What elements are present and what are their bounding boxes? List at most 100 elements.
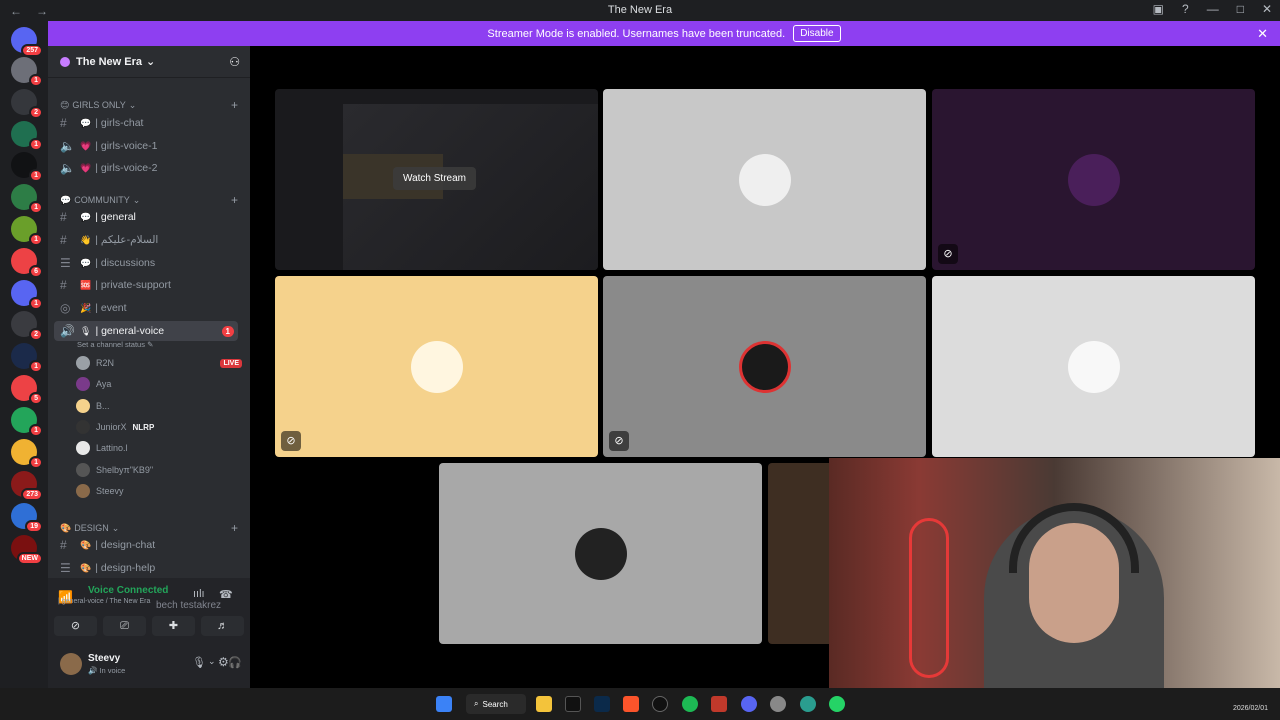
minimize-icon[interactable]: — [1207, 2, 1219, 16]
voice-user[interactable]: Lattino.l [76, 439, 242, 457]
chevron-down-icon[interactable]: ⌄ [208, 656, 216, 667]
category-design[interactable]: 🎨 DESIGN ⌄ + [60, 521, 238, 535]
whatsapp-icon[interactable] [829, 696, 845, 712]
channel-design-chat[interactable]: # 🎨 | design-chat [60, 535, 244, 555]
voice-user[interactable]: Steevy [76, 482, 242, 500]
voice-user[interactable]: Aya [76, 375, 242, 393]
unread-badge: 1 [29, 424, 43, 437]
channel-general-voice[interactable]: 🔊 🎙 | general-voice 1 [54, 321, 238, 341]
maximize-icon[interactable]: □ [1237, 2, 1244, 16]
server-icon[interactable]: 19 [11, 503, 43, 533]
username[interactable]: Steevy [88, 653, 120, 664]
voice-user[interactable]: B... [76, 397, 242, 415]
server-icon[interactable]: 1 [11, 152, 43, 182]
server-icon[interactable]: 2 [11, 89, 43, 119]
microphone-icon[interactable]: 🎙 [192, 656, 206, 669]
voice-user[interactable]: Shelbyπ"KB9" [76, 461, 242, 479]
title-bar: ← → The New Era ▣ ? — □ ✕ [0, 0, 1280, 21]
category-girls-only[interactable]: 😊 GIRLS ONLY ⌄ + [60, 98, 238, 112]
participant-tile[interactable] [932, 276, 1255, 457]
activities-button[interactable]: ✚ [152, 616, 195, 636]
disable-streamer-mode-button[interactable]: Disable [793, 25, 841, 42]
server-icon[interactable]: 1 [11, 57, 43, 87]
server-icon[interactable]: 1 [11, 343, 43, 373]
server-header[interactable]: The New Era ⌄ ⚇ [48, 46, 250, 78]
soundboard-button[interactable]: ♬ [201, 616, 244, 636]
channel-design-help[interactable]: ☰ 🎨 | design-help [60, 558, 244, 578]
participant-tile[interactable]: ⊘ [932, 89, 1255, 270]
voice-status[interactable]: Voice Connected [88, 585, 168, 596]
headphones-icon[interactable]: 🎧 [228, 656, 242, 669]
server-icon[interactable]: 1 [11, 216, 43, 246]
tradingview-icon[interactable] [565, 696, 581, 712]
category-community[interactable]: 💬 COMMUNITY ⌄ + [60, 193, 238, 207]
add-channel-icon[interactable]: + [231, 521, 238, 535]
channel-general[interactable]: # 💬 | general [60, 207, 244, 227]
channel-girls-voice-2[interactable]: 🔈 💗 | girls-voice-2 [60, 158, 244, 178]
server-icon[interactable]: 257 [11, 27, 43, 57]
voice-user-name: R2N [96, 358, 115, 368]
server-icon[interactable]: 1 [11, 121, 43, 151]
settings-gear-icon[interactable]: ⚙ [218, 655, 229, 669]
channel-private-support[interactable]: # 🆘 | private-support [60, 275, 244, 295]
back-arrow-icon[interactable]: ← [10, 4, 22, 18]
brave-icon[interactable] [623, 696, 639, 712]
server-icon[interactable]: 1 [11, 439, 43, 469]
file-explorer-icon[interactable] [536, 696, 552, 712]
disconnect-icon[interactable]: ☎ [219, 588, 233, 601]
upwork-icon[interactable] [652, 696, 668, 712]
forward-arrow-icon[interactable]: → [36, 4, 48, 18]
server-icon[interactable]: 273 [11, 471, 43, 501]
server-icon[interactable]: 5 [11, 375, 43, 405]
channel-discussions[interactable]: ☰ 💬 | discussions [60, 253, 244, 273]
channel-event[interactable]: ◎ 🎉 | event [60, 298, 244, 318]
speaker-icon: 🔊 [60, 324, 75, 338]
participant-tile[interactable]: ⊘ [603, 276, 926, 457]
channel-status[interactable]: Set a channel status ✎ [77, 340, 153, 349]
start-icon[interactable] [436, 696, 452, 712]
voice-location[interactable]: | general-voice / The New Era [58, 598, 150, 605]
chrome-icon[interactable] [770, 696, 786, 712]
server-icon[interactable]: 2 [11, 311, 43, 341]
server-icon[interactable]: 6 [11, 248, 43, 278]
palette-emoji-icon: 🎨 [80, 562, 92, 573]
voice-status-icon: 🔊 [88, 666, 98, 675]
camera-off-button[interactable]: ⊘ [54, 616, 97, 636]
channel-label: | السلام-عليكم [95, 234, 159, 246]
channel-girls-chat[interactable]: # 💬 | girls-chat [60, 113, 244, 133]
close-window-icon[interactable]: ✕ [1262, 2, 1272, 16]
participant-tile[interactable] [603, 89, 926, 270]
participant-tile[interactable] [439, 463, 762, 644]
voice-user[interactable]: JuniorX NLRP [76, 418, 242, 436]
chevron-down-icon: ⌄ [132, 194, 141, 205]
media-icon[interactable] [711, 696, 727, 712]
avatar[interactable] [60, 653, 82, 675]
invite-people-icon[interactable]: ⚇ [229, 55, 240, 69]
server-icon[interactable]: 1 [11, 280, 43, 310]
app-icon[interactable] [800, 696, 816, 712]
participant-tile[interactable]: ⊘ [275, 276, 598, 457]
search-button[interactable]: ⌕ Search [466, 694, 526, 714]
close-banner-icon[interactable]: ✕ [1257, 26, 1268, 42]
avatar [76, 356, 90, 370]
voice-user-name: Steevy [96, 486, 124, 496]
stream-tile[interactable]: Watch Stream [275, 89, 598, 270]
watch-stream-button[interactable]: Watch Stream [393, 167, 476, 190]
add-channel-icon[interactable]: + [231, 193, 238, 207]
screen-share-button[interactable]: ⎚ [103, 616, 146, 636]
channel-label: | event [95, 302, 127, 314]
photoshop-icon[interactable] [594, 696, 610, 712]
voice-user[interactable]: R2N LIVE [76, 354, 242, 372]
add-channel-icon[interactable]: + [231, 98, 238, 112]
channel-salam[interactable]: # 👋 | السلام-عليكم [60, 230, 244, 250]
server-icon[interactable]: 1 [11, 407, 43, 437]
server-icon[interactable]: NEW [11, 535, 43, 565]
inbox-icon[interactable]: ▣ [1153, 2, 1164, 16]
discord-icon[interactable] [741, 696, 757, 712]
channel-girls-voice-1[interactable]: 🔈 💗 | girls-voice-1 [60, 136, 244, 156]
spotify-icon[interactable] [682, 696, 698, 712]
help-icon[interactable]: ? [1182, 2, 1189, 16]
noise-suppression-icon[interactable]: ıılı [193, 588, 205, 600]
clock-date[interactable]: 2026/02/01 [1233, 705, 1268, 712]
server-icon[interactable]: 1 [11, 184, 43, 214]
